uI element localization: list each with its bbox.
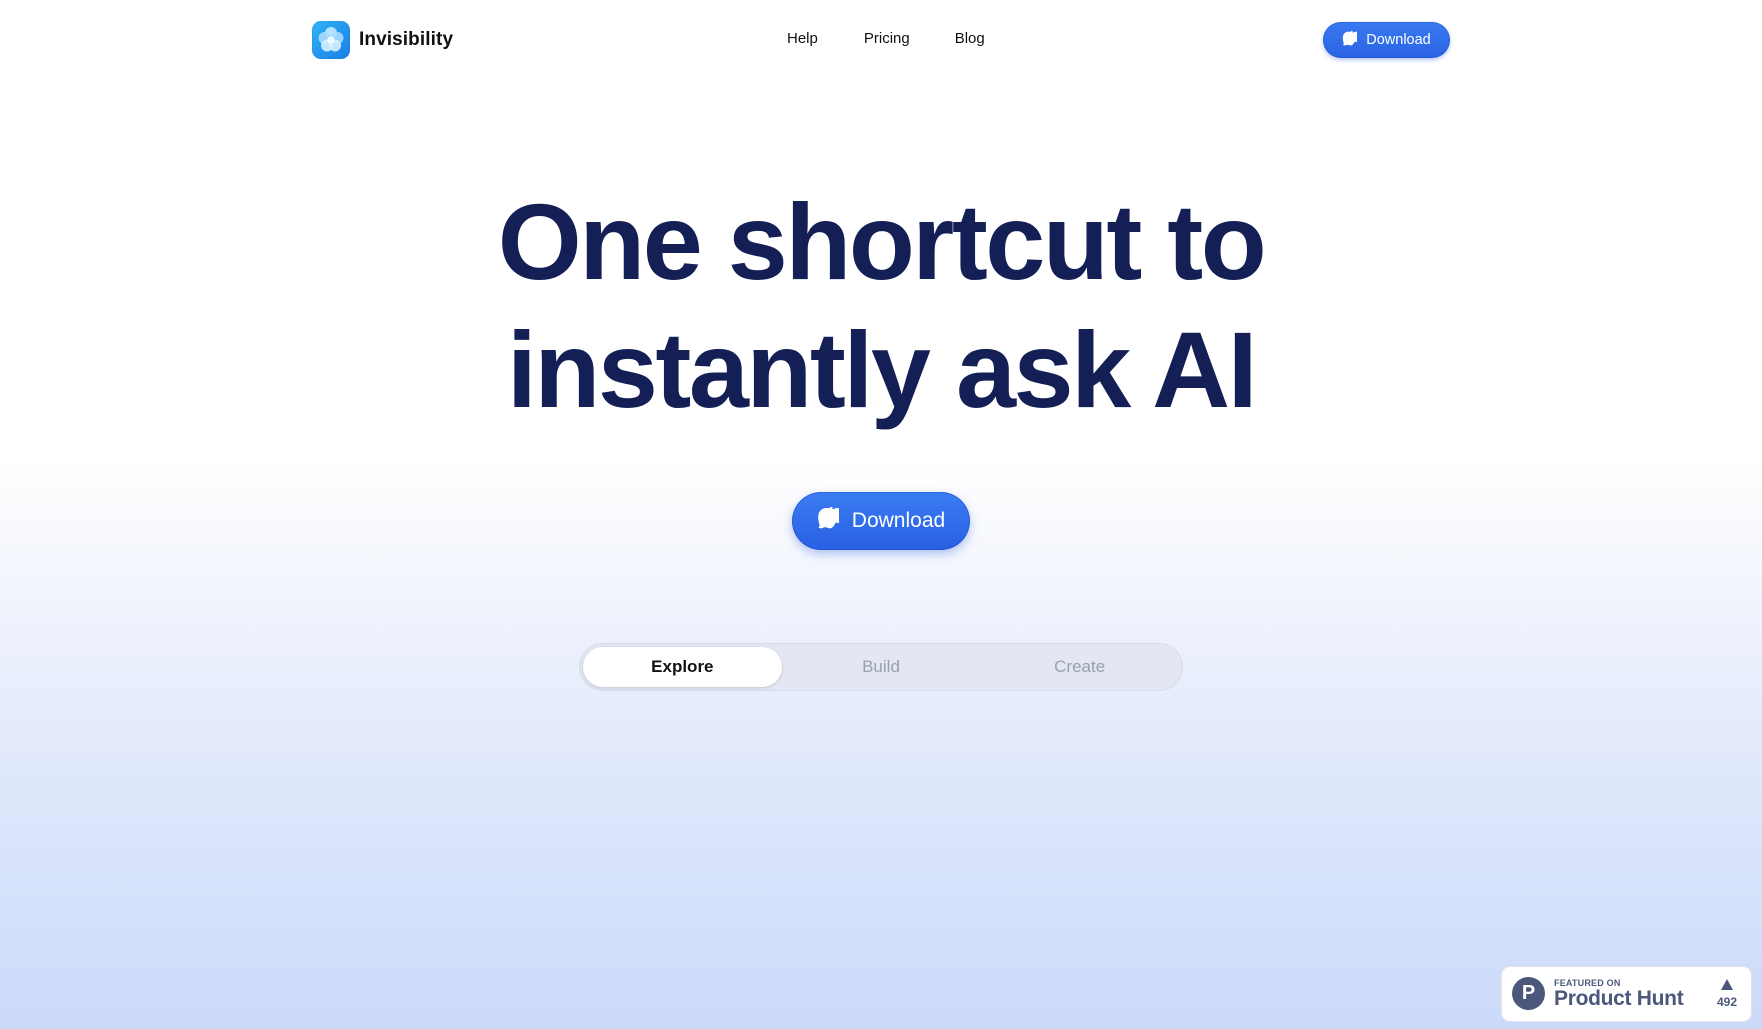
feature-tabs: Explore Build Create xyxy=(579,643,1183,691)
tab-create[interactable]: Create xyxy=(980,647,1179,687)
tab-explore[interactable]: Explore xyxy=(583,647,782,687)
hero-download-button[interactable]: Download xyxy=(792,492,970,550)
header-download-label: Download xyxy=(1366,32,1431,48)
nav-link-pricing[interactable]: Pricing xyxy=(864,30,910,47)
product-hunt-logo-icon: P xyxy=(1512,977,1545,1010)
nav-link-blog[interactable]: Blog xyxy=(955,30,985,47)
hero-title-line1: One shortcut to xyxy=(497,181,1267,302)
brand-home-link[interactable]: Invisibility xyxy=(312,21,453,59)
hero-download-label: Download xyxy=(851,509,946,532)
invisibility-logo-icon xyxy=(312,21,350,59)
tab-build[interactable]: Build xyxy=(782,647,981,687)
product-hunt-logo-letter: P xyxy=(1521,982,1536,1004)
nav-link-help[interactable]: Help xyxy=(787,30,818,47)
apple-icon xyxy=(1343,30,1358,46)
product-hunt-badge[interactable]: P FEATURED ON Product Hunt 492 xyxy=(1502,967,1751,1021)
hero-title-line2: instantly ask AI xyxy=(506,309,1258,430)
product-hunt-name: Product Hunt xyxy=(1554,987,1684,1010)
product-hunt-upvote-count: 492 xyxy=(1716,995,1738,1009)
top-navigation: Invisibility Help Pricing Blog Download xyxy=(0,0,1762,80)
hero-title: One shortcut to instantly ask AI xyxy=(0,178,1762,434)
header-download-button[interactable]: Download xyxy=(1323,22,1450,58)
apple-icon xyxy=(817,507,839,529)
nav-links: Help Pricing Blog xyxy=(787,30,985,47)
brand-name: Invisibility xyxy=(359,29,454,50)
upvote-arrow-icon xyxy=(1721,979,1733,990)
